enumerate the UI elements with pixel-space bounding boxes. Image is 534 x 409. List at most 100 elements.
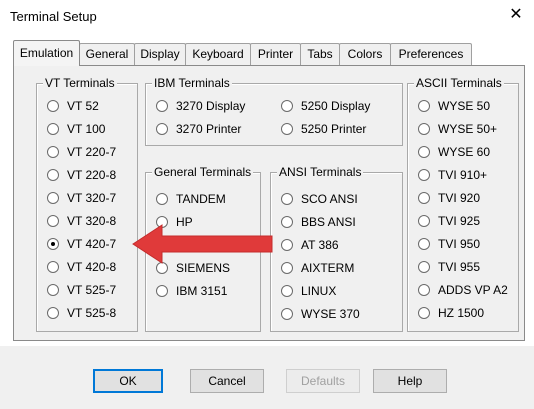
radio-at-386[interactable]: AT 386 bbox=[281, 236, 339, 254]
radio-button-icon bbox=[47, 215, 59, 227]
ansi-terminals-group: ANSI Terminals SCO ANSI BBS ANSI AT 386 … bbox=[270, 165, 403, 332]
radio-wyse-370[interactable]: WYSE 370 bbox=[281, 305, 360, 323]
radio-bbs-ansi[interactable]: BBS ANSI bbox=[281, 213, 356, 231]
close-icon[interactable]: ✕ bbox=[505, 4, 527, 26]
cancel-button[interactable]: Cancel bbox=[190, 369, 264, 393]
radio-tvi-920[interactable]: TVI 920 bbox=[418, 189, 480, 207]
radio-label: ADDS VP A2 bbox=[438, 283, 508, 297]
radio-button-icon bbox=[281, 123, 293, 135]
title-bar: Terminal Setup ✕ bbox=[0, 0, 534, 34]
radio-button-icon bbox=[47, 192, 59, 204]
radio-button-icon bbox=[418, 100, 430, 112]
radio-button-icon bbox=[281, 285, 293, 297]
radio-5250-display[interactable]: 5250 Display bbox=[281, 97, 370, 115]
radio-label: SCO ANSI bbox=[301, 192, 358, 206]
radio-vt-100[interactable]: VT 100 bbox=[47, 120, 105, 138]
radio-label: 5250 Display bbox=[301, 99, 371, 113]
radio-tvi-925[interactable]: TVI 925 bbox=[418, 212, 480, 230]
radio-label: HZ 1500 bbox=[438, 306, 485, 320]
ibm-terminals-legend: IBM Terminals bbox=[152, 76, 232, 90]
radio-button-icon bbox=[418, 215, 430, 227]
radio-vt-420-7[interactable]: VT 420-7 bbox=[47, 235, 116, 253]
radio-vt-525-8[interactable]: VT 525-8 bbox=[47, 304, 116, 322]
radio-label: PC bbox=[176, 238, 193, 252]
ascii-terminals-legend: ASCII Terminals bbox=[414, 76, 504, 90]
radio-button-icon bbox=[418, 238, 430, 250]
radio-label: TANDEM bbox=[176, 192, 226, 206]
radio-button-icon bbox=[156, 239, 168, 251]
radio-wyse-50[interactable]: WYSE 50 bbox=[418, 97, 490, 115]
tab-emulation[interactable]: Emulation bbox=[13, 40, 80, 66]
radio-hp[interactable]: HP bbox=[156, 213, 193, 231]
radio-5250-printer[interactable]: 5250 Printer bbox=[281, 120, 366, 138]
radio-button-icon bbox=[47, 169, 59, 181]
radio-vt-220-8[interactable]: VT 220-8 bbox=[47, 166, 116, 184]
radio-label: 5250 Printer bbox=[301, 122, 367, 136]
radio-label: WYSE 370 bbox=[301, 307, 360, 321]
radio-vt-220-7[interactable]: VT 220-7 bbox=[47, 143, 116, 161]
radio-hz-1500[interactable]: HZ 1500 bbox=[418, 304, 484, 322]
general-terminals-group: General Terminals TANDEM HP PC SIEMENS I… bbox=[145, 165, 261, 332]
radio-button-icon bbox=[47, 284, 59, 296]
radio-button-icon bbox=[281, 262, 293, 274]
radio-button-icon bbox=[281, 308, 293, 320]
radio-label: AIXTERM bbox=[301, 261, 355, 275]
radio-label: TVI 950 bbox=[438, 237, 481, 251]
radio-pc[interactable]: PC bbox=[156, 236, 193, 254]
radio-tvi-910-plus[interactable]: TVI 910+ bbox=[418, 166, 487, 184]
radio-button-icon bbox=[418, 146, 430, 158]
radio-label: SIEMENS bbox=[176, 261, 231, 275]
radio-tvi-955[interactable]: TVI 955 bbox=[418, 258, 480, 276]
radio-label: VT 525-8 bbox=[67, 306, 117, 320]
radio-button-icon bbox=[47, 146, 59, 158]
radio-adds-vp-a2[interactable]: ADDS VP A2 bbox=[418, 281, 508, 299]
tab-tabs[interactable]: Tabs bbox=[300, 43, 340, 65]
tab-keyboard[interactable]: Keyboard bbox=[185, 43, 251, 65]
dialog-footer: OK Cancel Defaults Help bbox=[0, 345, 534, 409]
tab-printer[interactable]: Printer bbox=[250, 43, 301, 65]
radio-vt-320-7[interactable]: VT 320-7 bbox=[47, 189, 116, 207]
radio-label: VT 220-7 bbox=[67, 145, 117, 159]
radio-label: TVI 920 bbox=[438, 191, 481, 205]
tab-general[interactable]: General bbox=[79, 43, 135, 65]
radio-label: AT 386 bbox=[301, 238, 339, 252]
defaults-button[interactable]: Defaults bbox=[286, 369, 360, 393]
radio-button-icon bbox=[156, 262, 168, 274]
radio-label: LINUX bbox=[301, 284, 337, 298]
radio-sco-ansi[interactable]: SCO ANSI bbox=[281, 190, 358, 208]
radio-3270-display[interactable]: 3270 Display bbox=[156, 97, 245, 115]
radio-vt-52[interactable]: VT 52 bbox=[47, 97, 99, 115]
radio-tandem[interactable]: TANDEM bbox=[156, 190, 226, 208]
radio-wyse-60[interactable]: WYSE 60 bbox=[418, 143, 490, 161]
ibm-terminals-group: IBM Terminals 3270 Display 5250 Display … bbox=[145, 76, 403, 146]
radio-button-icon bbox=[281, 100, 293, 112]
radio-vt-320-8[interactable]: VT 320-8 bbox=[47, 212, 116, 230]
radio-button-icon bbox=[281, 193, 293, 205]
radio-linux[interactable]: LINUX bbox=[281, 282, 336, 300]
radio-label: HP bbox=[176, 215, 193, 229]
radio-wyse-50-plus[interactable]: WYSE 50+ bbox=[418, 120, 497, 138]
radio-button-icon bbox=[418, 284, 430, 296]
ok-button[interactable]: OK bbox=[93, 369, 163, 393]
radio-label: VT 420-7 bbox=[67, 237, 117, 251]
radio-label: VT 320-7 bbox=[67, 191, 117, 205]
radio-button-icon bbox=[47, 123, 59, 135]
radio-vt-525-7[interactable]: VT 525-7 bbox=[47, 281, 116, 299]
radio-tvi-950[interactable]: TVI 950 bbox=[418, 235, 480, 253]
radio-label: TVI 910+ bbox=[438, 168, 488, 182]
emulation-panel: VT Terminals VT 52 VT 100 VT 220-7 VT 22… bbox=[13, 65, 525, 341]
tab-display[interactable]: Display bbox=[134, 43, 186, 65]
tab-preferences[interactable]: Preferences bbox=[390, 43, 472, 65]
radio-button-icon bbox=[156, 285, 168, 297]
radio-label: VT 100 bbox=[67, 122, 106, 136]
radio-vt-420-8[interactable]: VT 420-8 bbox=[47, 258, 116, 276]
radio-ibm-3151[interactable]: IBM 3151 bbox=[156, 282, 227, 300]
radio-button-icon bbox=[156, 100, 168, 112]
radio-3270-printer[interactable]: 3270 Printer bbox=[156, 120, 241, 138]
tab-colors[interactable]: Colors bbox=[339, 43, 391, 65]
radio-aixterm[interactable]: AIXTERM bbox=[281, 259, 354, 277]
radio-label: TVI 955 bbox=[438, 260, 481, 274]
radio-siemens[interactable]: SIEMENS bbox=[156, 259, 230, 277]
help-button[interactable]: Help bbox=[373, 369, 447, 393]
radio-label: VT 525-7 bbox=[67, 283, 117, 297]
